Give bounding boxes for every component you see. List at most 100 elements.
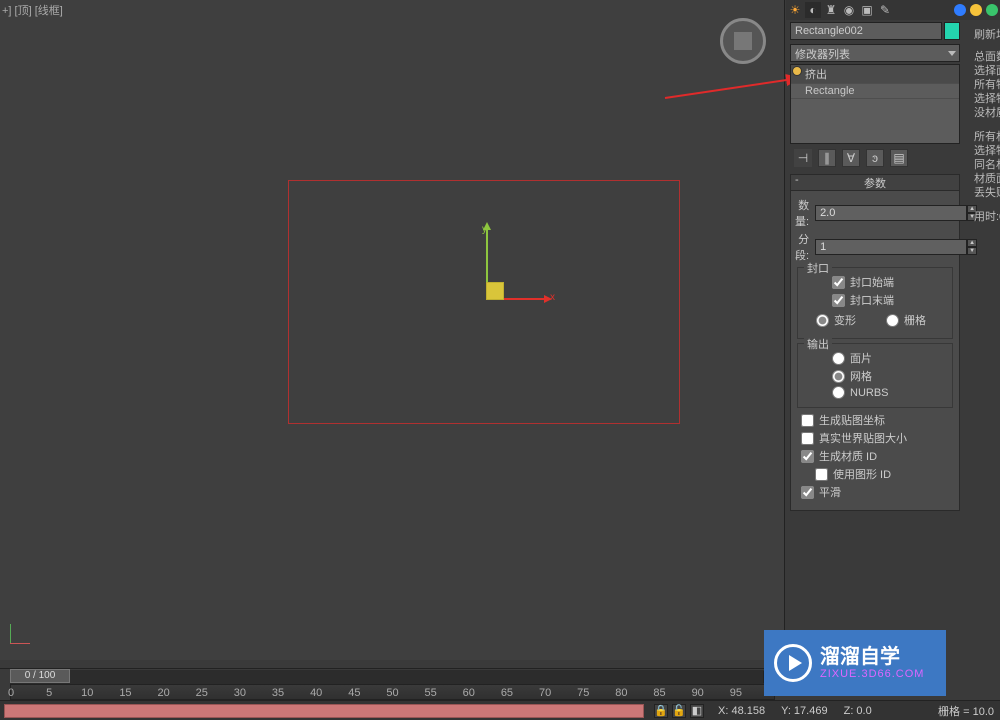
- dot-icon: [954, 4, 966, 16]
- tick: 40: [310, 687, 322, 699]
- info-row: 同名材: [974, 158, 1000, 172]
- real-world-checkbox[interactable]: 真实世界贴图大小: [801, 430, 955, 446]
- parameters-rollout: -参数 数量: ▲▼ 分段: ▲▼ 封口 封口始端 封口末端 变形 栅格 输出: [790, 174, 960, 511]
- rollout-header[interactable]: -参数: [791, 175, 959, 191]
- gizmo-xy-plane[interactable]: [486, 282, 504, 300]
- transform-gizmo[interactable]: y x: [480, 228, 560, 308]
- remove-modifier-button[interactable]: ͽ: [866, 149, 884, 167]
- dot-icon: [970, 4, 982, 16]
- viewport[interactable]: +] [顶] [线框] y x: [0, 0, 785, 660]
- gen-mat-checkbox[interactable]: 生成材质 ID: [801, 448, 955, 464]
- z-coord: Z: 0.0: [844, 705, 872, 717]
- watermark-title: 溜溜自学: [820, 646, 924, 668]
- gen-map-checkbox[interactable]: 生成贴图坐标: [801, 412, 955, 428]
- pin-stack-button[interactable]: ⊣: [794, 149, 812, 167]
- info-row: 丢失贴: [974, 186, 1000, 200]
- tick: 95: [730, 687, 742, 699]
- morph-radio[interactable]: 变形: [816, 312, 856, 328]
- viewcube[interactable]: [720, 18, 766, 64]
- tick: 10: [81, 687, 93, 699]
- modifier-stack[interactable]: 挤出 Rectangle: [790, 64, 960, 144]
- stack-toolbar: ⊣ ∥ ∀ ͽ ▤: [790, 148, 960, 168]
- show-end-result-button[interactable]: ∥: [818, 149, 836, 167]
- tick: 60: [463, 687, 475, 699]
- object-name-input[interactable]: [790, 22, 942, 40]
- grid-readout: 栅格 = 10.0: [938, 703, 994, 719]
- make-unique-button[interactable]: ∀: [842, 149, 860, 167]
- group-title: 输出: [804, 336, 832, 352]
- info-row: 没材质: [974, 106, 1000, 120]
- script-listener[interactable]: [4, 704, 644, 718]
- cap-start-checkbox[interactable]: 封口始端: [832, 274, 948, 290]
- tick: 35: [272, 687, 284, 699]
- use-shape-checkbox[interactable]: 使用图形 ID: [815, 466, 955, 482]
- nurbs-radio[interactable]: NURBS: [832, 386, 948, 399]
- output-group: 输出 面片 网格 NURBS: [797, 343, 953, 408]
- spinner-arrows[interactable]: ▲▼: [967, 239, 977, 255]
- refresh-button[interactable]: 刷新场: [974, 28, 1000, 42]
- info-row: 所有物: [974, 78, 1000, 92]
- time-ruler[interactable]: 0510152025303540455055606570758085909510…: [10, 684, 775, 700]
- smooth-checkbox[interactable]: 平滑: [801, 484, 955, 500]
- display-tab-icon[interactable]: ▣: [859, 2, 875, 18]
- grid-radio[interactable]: 栅格: [886, 312, 926, 328]
- selection-lock-icon[interactable]: 🔓: [672, 704, 686, 718]
- stack-item-extrude[interactable]: 挤出: [791, 65, 959, 84]
- amount-input[interactable]: [815, 205, 967, 221]
- tick: 20: [157, 687, 169, 699]
- tick: 75: [577, 687, 589, 699]
- segments-label: 分段:: [795, 231, 815, 263]
- stack-item-label: Rectangle: [805, 85, 855, 97]
- utility-sidebar: 刷新场 总面数 选择面 所有物 选择物 没材质 所有材 选择物 同名材 材质面 …: [974, 20, 1000, 224]
- tick: 90: [692, 687, 704, 699]
- tick: 65: [501, 687, 513, 699]
- tick: 45: [348, 687, 360, 699]
- tick: 0: [8, 687, 14, 699]
- tick: 50: [386, 687, 398, 699]
- timeline: 0 / 100 ▲▼ 05101520253035404550556065707…: [0, 668, 785, 700]
- lock-icon[interactable]: 🔒: [654, 704, 668, 718]
- time-slider-thumb[interactable]: 0 / 100: [10, 669, 70, 683]
- status-bar: 🔒 🔓 ◧ X: 48.158 Y: 17.469 Z: 0.0 栅格 = 10…: [0, 700, 1000, 720]
- info-row: 材质面: [974, 172, 1000, 186]
- snap-icon[interactable]: ◧: [690, 704, 704, 718]
- tick: 25: [196, 687, 208, 699]
- cap-end-checkbox[interactable]: 封口末端: [832, 292, 948, 308]
- tick: 15: [119, 687, 131, 699]
- configure-sets-button[interactable]: ▤: [890, 149, 908, 167]
- info-row: 所有材: [974, 130, 1000, 144]
- time-slider[interactable]: 0 / 100 ▲▼: [10, 670, 775, 684]
- x-coord: X: 48.158: [718, 705, 765, 717]
- create-tab-icon[interactable]: ☀: [787, 2, 803, 18]
- modify-tab-icon[interactable]: ◐: [805, 2, 821, 18]
- lightbulb-icon[interactable]: [792, 66, 802, 76]
- hierarchy-tab-icon[interactable]: ♜: [823, 2, 839, 18]
- info-row: 总面数: [974, 50, 1000, 64]
- motion-tab-icon[interactable]: ◉: [841, 2, 857, 18]
- stack-item-rectangle[interactable]: Rectangle: [791, 84, 959, 99]
- info-row: 选择面: [974, 64, 1000, 78]
- object-color-swatch[interactable]: [944, 22, 960, 40]
- play-icon: [774, 644, 812, 682]
- watermark: 溜溜自学 ZIXUE.3D66.COM: [764, 630, 946, 696]
- mini-axis-icon: [8, 618, 36, 646]
- command-panel-tabs: ☀ ◐ ♜ ◉ ▣ ✎: [786, 0, 1000, 20]
- tick: 70: [539, 687, 551, 699]
- viewport-label[interactable]: +] [顶] [线框]: [2, 2, 63, 18]
- dot-icon: [986, 4, 998, 16]
- mesh-radio[interactable]: 网格: [832, 368, 948, 384]
- tick: 30: [234, 687, 246, 699]
- patch-radio[interactable]: 面片: [832, 350, 948, 366]
- gizmo-y-axis[interactable]: [486, 228, 488, 288]
- gizmo-x-label: x: [550, 292, 555, 303]
- modify-panel: 修改器列表 挤出 Rectangle ⊣ ∥ ∀ ͽ ▤ -参数 数量: ▲▼ …: [790, 22, 960, 511]
- tick: 80: [615, 687, 627, 699]
- segments-input[interactable]: [815, 239, 967, 255]
- stack-item-label: 挤出: [805, 69, 827, 81]
- time-row: 用时:0: [974, 210, 1000, 224]
- modifier-list-dropdown[interactable]: 修改器列表: [790, 44, 960, 62]
- utilities-tab-icon[interactable]: ✎: [877, 2, 893, 18]
- tick: 5: [46, 687, 52, 699]
- watermark-url: ZIXUE.3D66.COM: [820, 668, 924, 680]
- y-coord: Y: 17.469: [781, 705, 828, 717]
